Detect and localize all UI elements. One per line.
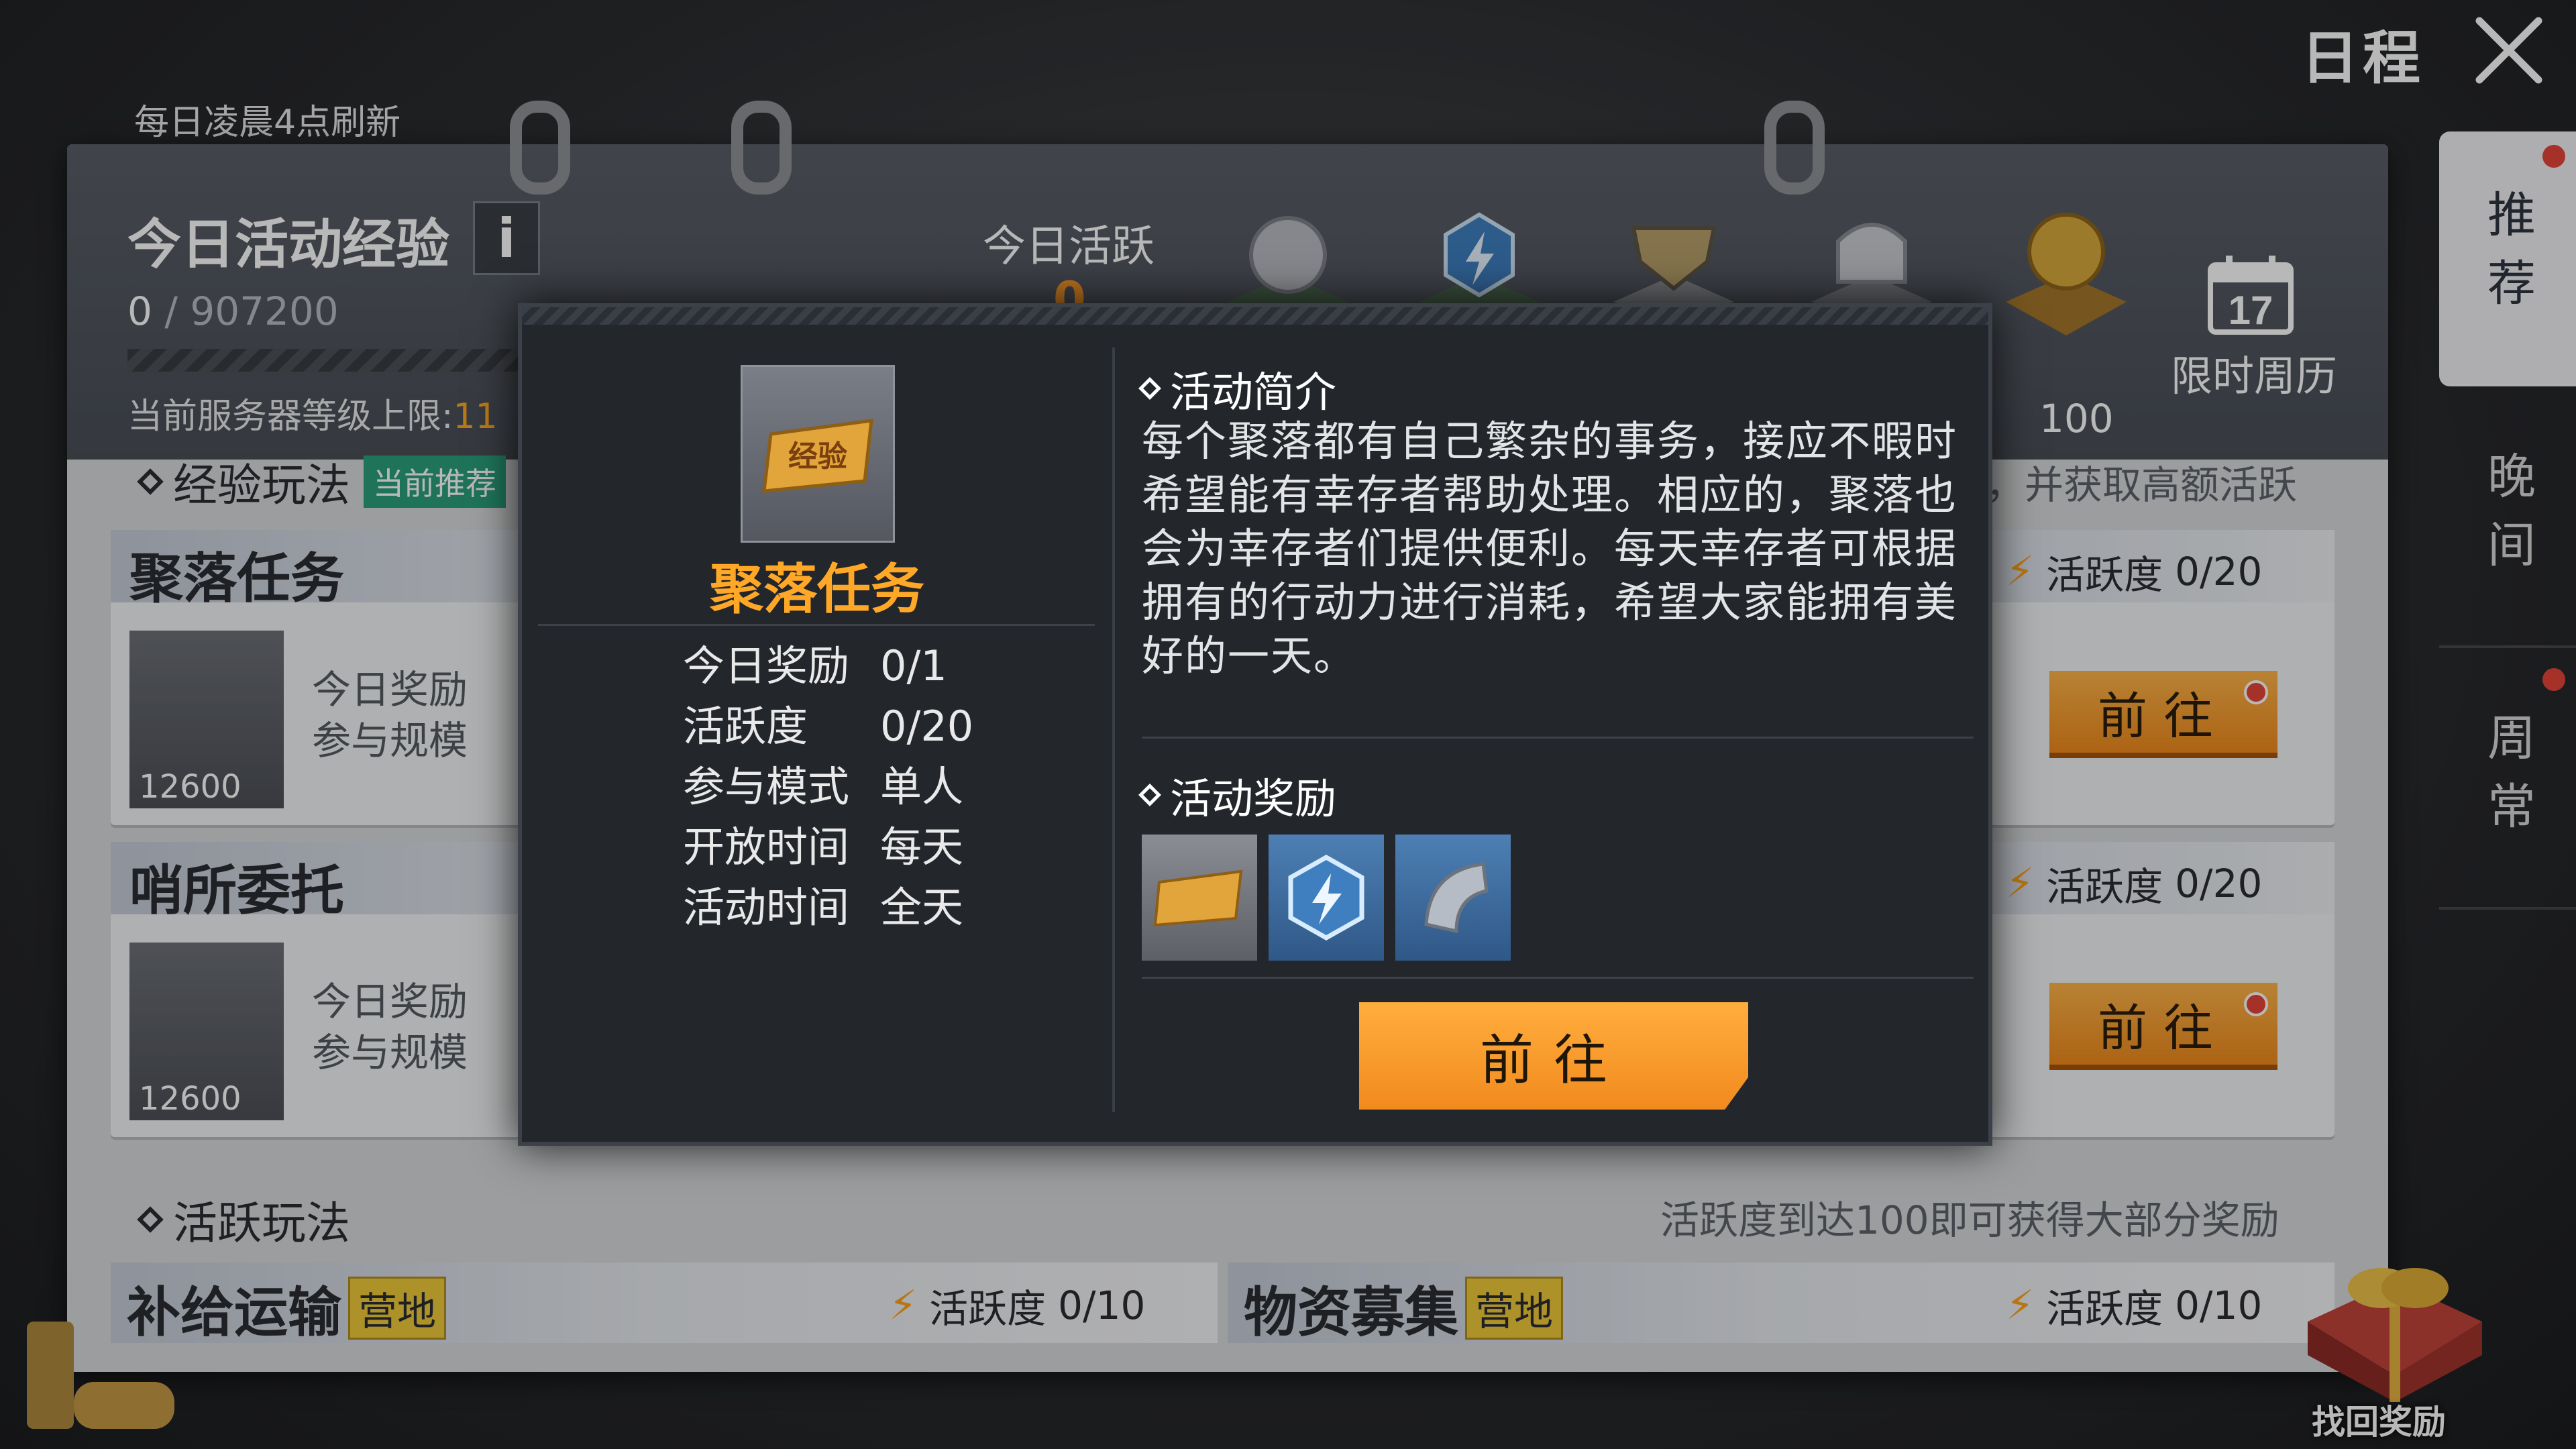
stat-row: 开放时间 每天 <box>683 817 973 877</box>
stat-key: 活跃度 <box>683 702 808 751</box>
popup-go-button[interactable]: 前往 <box>1359 1002 1748 1110</box>
reward-title: 活动奖励 <box>1170 774 1337 823</box>
stat-key: 今日奖励 <box>683 641 850 690</box>
popup-top-stripe <box>522 307 1988 325</box>
stat-row: 参与模式 单人 <box>683 757 973 817</box>
stat-key: 活动时间 <box>683 883 850 932</box>
stat-key: 参与模式 <box>683 762 850 811</box>
popup-separator <box>1142 977 1974 979</box>
exp-ticket-graphic: 经验 <box>762 418 873 493</box>
exp-ticket-label: 经验 <box>788 440 847 473</box>
popup-separator <box>538 624 1095 626</box>
stat-row: 今日奖励 0/1 <box>683 636 973 696</box>
intro-text: 每个聚落都有自己繁杂的事务，接应不暇时希望能有幸存者帮助处理。相应的，聚落也会为… <box>1142 417 1958 680</box>
popup-divider <box>1112 347 1115 1112</box>
energy-icon <box>1288 854 1364 941</box>
stat-value: 0/1 <box>880 641 947 690</box>
reward-heading: 活动奖励 <box>1138 765 1337 825</box>
reward-item-energy[interactable] <box>1269 835 1384 961</box>
stat-value: 每天 <box>880 822 964 871</box>
diamond-icon <box>1138 784 1161 806</box>
popup-separator <box>1142 737 1974 739</box>
popup-activity-name: 聚落任务 <box>710 558 924 621</box>
stat-value: 单人 <box>880 762 964 811</box>
activity-detail-popup: 经验 聚落任务 今日奖励 0/1 活跃度 0/20 参与模式 单人 开放时间 每天 活动… <box>518 303 1992 1146</box>
reward-item-armor[interactable] <box>1395 835 1511 961</box>
intro-heading: 活动简介 <box>1138 358 1337 419</box>
stat-row: 活跃度 0/20 <box>683 696 973 757</box>
stat-value: 全天 <box>880 883 964 932</box>
stat-row: 活动时间 全天 <box>683 877 973 938</box>
popup-stats: 今日奖励 0/1 活跃度 0/20 参与模式 单人 开放时间 每天 活动时间 全天 <box>683 636 973 938</box>
armor-plate-icon <box>1424 862 1489 934</box>
diamond-icon <box>1138 377 1161 400</box>
exp-ticket-icon: 经验 <box>741 365 895 543</box>
reward-item-exp[interactable] <box>1142 835 1257 961</box>
intro-title: 活动简介 <box>1170 368 1337 417</box>
stat-value: 0/20 <box>880 702 974 751</box>
stat-key: 开放时间 <box>683 822 850 871</box>
exp-ticket-icon <box>1153 869 1243 927</box>
